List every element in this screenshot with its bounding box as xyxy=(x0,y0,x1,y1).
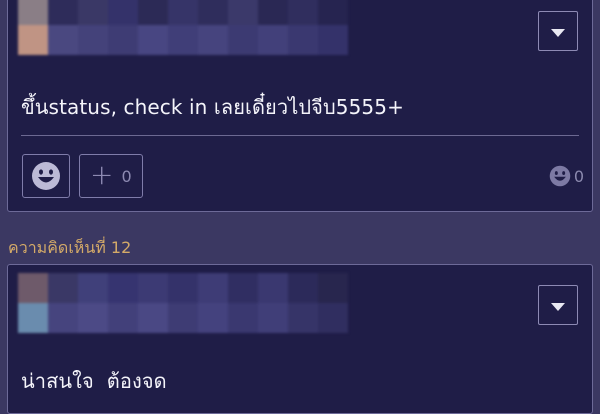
comment-options-dropdown[interactable] xyxy=(538,11,578,51)
plus-count: 0 xyxy=(121,166,132,186)
smiley-icon xyxy=(32,162,60,190)
comment-number-label: ความคิดเห็นที่ 12 xyxy=(8,238,132,257)
author-info-blurred xyxy=(18,273,348,333)
plus-icon: + xyxy=(90,158,114,191)
comment-body: ขึ้นstatus, check in เลยเดี๋ยวไปจีบ5555+ xyxy=(21,95,404,119)
divider xyxy=(21,135,579,136)
emoji-reaction-button[interactable] xyxy=(22,154,70,198)
comment-card: น่าสนใจ ต้องจด xyxy=(7,264,593,414)
plus-one-button[interactable]: + 0 xyxy=(79,154,143,198)
reaction-total: 0 xyxy=(549,165,584,187)
reaction-count: 0 xyxy=(573,166,584,186)
chevron-down-icon xyxy=(551,302,565,311)
comment-options-dropdown[interactable] xyxy=(538,285,578,325)
chevron-down-icon xyxy=(551,28,565,37)
comment-body: น่าสนใจ ต้องจด xyxy=(21,369,167,393)
smiley-icon xyxy=(549,165,571,187)
comment-card: ขึ้นstatus, check in เลยเดี๋ยวไปจีบ5555+… xyxy=(7,0,593,212)
author-info-blurred xyxy=(18,0,348,55)
